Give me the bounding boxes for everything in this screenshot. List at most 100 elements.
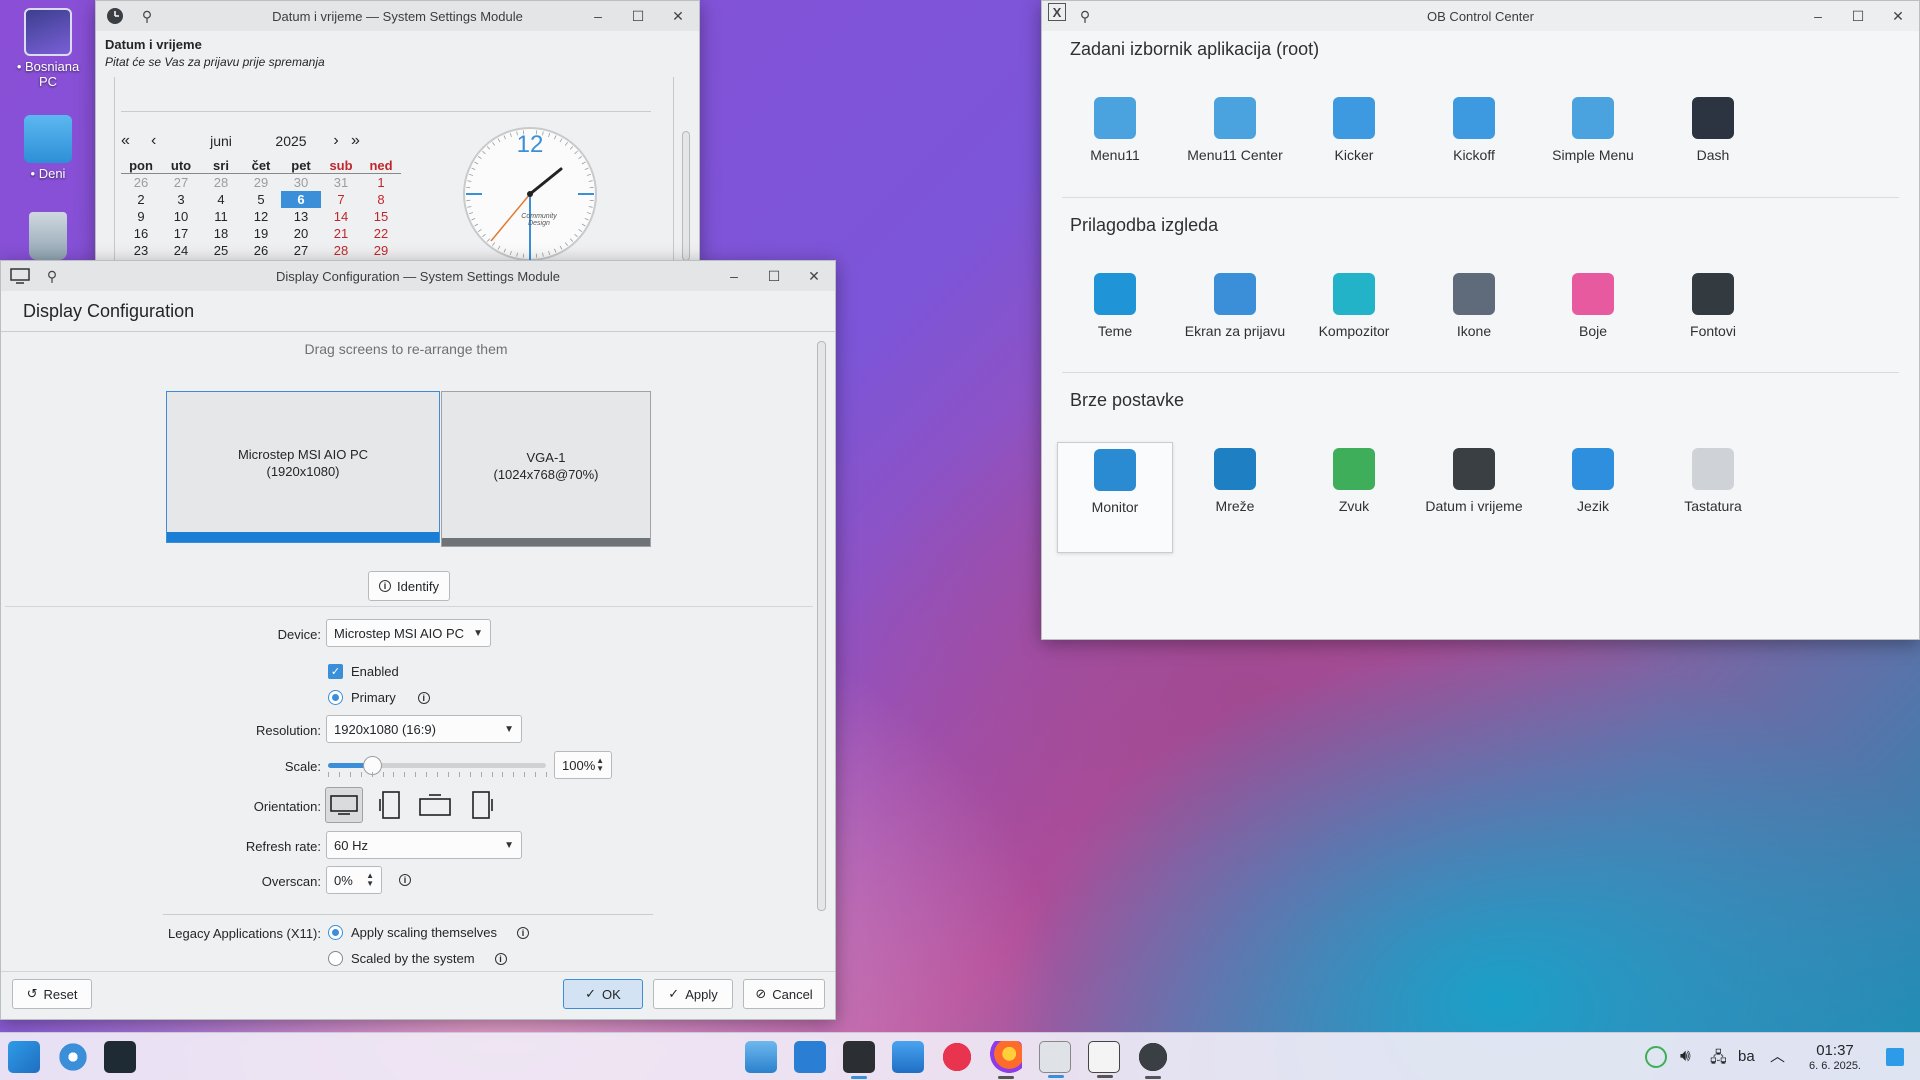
control-item[interactable]: Kicker [1296, 91, 1412, 170]
calendar-day[interactable]: 26 [121, 174, 161, 191]
scale-spinbox[interactable]: 100% ▲ ▼ [554, 751, 612, 779]
calendar-day[interactable]: 21 [321, 225, 361, 242]
legacy-scaled-by-system-radio[interactable]: Scaled by the system i [328, 951, 507, 966]
calendar-day[interactable]: 15 [361, 208, 401, 225]
calendar-day[interactable]: 18 [201, 225, 241, 242]
close-icon[interactable]: ✕ [801, 263, 827, 289]
terminal-icon[interactable] [843, 1041, 875, 1079]
scrollbar[interactable] [817, 341, 826, 911]
info-icon[interactable]: i [516, 926, 529, 939]
settings-icon[interactable] [57, 1041, 89, 1073]
cancel-button[interactable]: ⊘ Cancel [743, 979, 825, 1009]
pin-icon[interactable]: ⚲ [1072, 3, 1098, 29]
minimize-icon[interactable]: – [585, 3, 611, 29]
refresh-rate-select[interactable]: 60 Hz ▼ [326, 831, 522, 859]
calendar-year[interactable]: 2025 [261, 133, 321, 149]
calendar-day[interactable]: 22 [361, 225, 401, 242]
maximize-icon[interactable]: ☐ [1845, 3, 1871, 29]
control-item[interactable]: Ekran za prijavu [1177, 267, 1293, 346]
desktop-icon-home[interactable]: • Deni [8, 115, 88, 181]
enabled-checkbox[interactable]: ✓ Enabled [328, 664, 399, 679]
next-year-icon[interactable]: » [351, 132, 381, 150]
calendar-day[interactable]: 28 [321, 242, 361, 259]
calendar-day[interactable]: 27 [281, 242, 321, 259]
control-item[interactable]: Kickoff [1416, 91, 1532, 170]
legacy-apply-scaling-radio[interactable]: Apply scaling themselves i [328, 925, 529, 940]
volume-icon[interactable]: 🔊︎ [1680, 1046, 1691, 1066]
calendar-day[interactable]: 23 [121, 242, 161, 259]
control-item[interactable]: Dash [1655, 91, 1771, 170]
control-item[interactable]: Mreže [1177, 442, 1293, 521]
desktop-icon-trash[interactable] [8, 212, 88, 263]
control-item[interactable]: Zvuk [1296, 442, 1412, 521]
clock-date[interactable]: 6. 6. 2025. [1790, 1060, 1880, 1072]
pin-icon[interactable]: ⚲ [39, 263, 65, 289]
chat-icon[interactable] [794, 1041, 826, 1073]
scrollbar[interactable] [682, 131, 690, 261]
ob-control-center-icon[interactable] [1039, 1041, 1071, 1078]
spin-arrows-icon[interactable]: ▲ ▼ [596, 757, 604, 773]
network-icon[interactable]: 🖧︎ [1710, 1047, 1727, 1072]
calendar-day[interactable]: 29 [241, 174, 281, 191]
orientation-flipped-button[interactable] [413, 787, 457, 823]
display-settings-icon[interactable] [1088, 1041, 1120, 1078]
calendar-day-selected[interactable]: 6 [281, 191, 321, 208]
calendar-day[interactable]: 3 [161, 191, 201, 208]
calendar-day[interactable]: 13 [281, 208, 321, 225]
screen-tile-primary[interactable]: Microstep MSI AIO PC (1920x1080) [166, 391, 440, 543]
device-select[interactable]: Microstep MSI AIO PC ▼ [326, 619, 491, 647]
ok-button[interactable]: ✓ OK [563, 979, 643, 1009]
primary-radio[interactable]: Primary i [328, 690, 430, 705]
calendar-day[interactable]: 1 [361, 174, 401, 191]
calendar-day[interactable]: 31 [321, 174, 361, 191]
calendar-day[interactable]: 17 [161, 225, 201, 242]
control-item[interactable]: Teme [1057, 267, 1173, 346]
control-item[interactable]: Simple Menu [1535, 91, 1651, 170]
next-month-icon[interactable]: › [321, 132, 351, 150]
control-item[interactable]: Menu11 [1057, 91, 1173, 170]
apply-button[interactable]: ✓ Apply [653, 979, 733, 1009]
calendar-day[interactable]: 7 [321, 191, 361, 208]
orientation-right-button[interactable] [463, 787, 501, 823]
calendar-day[interactable]: 27 [161, 174, 201, 191]
minimize-icon[interactable]: – [721, 263, 747, 289]
prev-month-icon[interactable]: ‹ [151, 132, 181, 150]
calendar-day[interactable]: 16 [121, 225, 161, 242]
media-player-icon[interactable] [941, 1041, 973, 1073]
close-icon[interactable]: ✕ [665, 3, 691, 29]
calendar-month[interactable]: juni [181, 133, 261, 149]
calendar-day[interactable]: 25 [201, 242, 241, 259]
update-icon[interactable] [1645, 1046, 1667, 1068]
info-icon[interactable]: i [494, 952, 507, 965]
reset-button[interactable]: ↺ Reset [12, 979, 92, 1009]
control-item[interactable]: Datum i vrijeme [1416, 442, 1532, 521]
calendar-day[interactable]: 14 [321, 208, 361, 225]
firefox-icon[interactable] [990, 1041, 1022, 1079]
prev-year-icon[interactable]: « [121, 132, 151, 150]
spin-arrows-icon[interactable]: ▲ ▼ [366, 872, 374, 888]
orientation-left-button[interactable] [371, 787, 409, 823]
file-manager-icon[interactable] [745, 1041, 777, 1073]
control-item[interactable]: Menu11 Center [1177, 91, 1293, 170]
orientation-normal-button[interactable] [325, 787, 363, 823]
control-item[interactable]: Boje [1535, 267, 1651, 346]
info-icon[interactable]: i [399, 874, 411, 886]
info-icon[interactable]: i [417, 691, 430, 704]
resolution-select[interactable]: 1920x1080 (16:9) ▼ [326, 715, 522, 743]
calendar-day[interactable]: 5 [241, 191, 281, 208]
store-icon[interactable] [892, 1041, 924, 1073]
calendar-day[interactable]: 2 [121, 191, 161, 208]
calendar-day[interactable]: 9 [121, 208, 161, 225]
control-item[interactable]: Ikone [1416, 267, 1532, 346]
calendar-day[interactable]: 8 [361, 191, 401, 208]
calendar-day[interactable]: 20 [281, 225, 321, 242]
close-icon[interactable]: ✕ [1885, 3, 1911, 29]
maximize-icon[interactable]: ☐ [761, 263, 787, 289]
minimize-icon[interactable]: – [1805, 3, 1831, 29]
pin-icon[interactable]: ⚲ [134, 3, 160, 29]
calendar-day[interactable]: 12 [241, 208, 281, 225]
control-item[interactable]: Fontovi [1655, 267, 1771, 346]
tray-expand-icon[interactable]: ︿ [1770, 1045, 1785, 1066]
calendar-day[interactable]: 19 [241, 225, 281, 242]
scale-slider[interactable] [328, 754, 547, 778]
